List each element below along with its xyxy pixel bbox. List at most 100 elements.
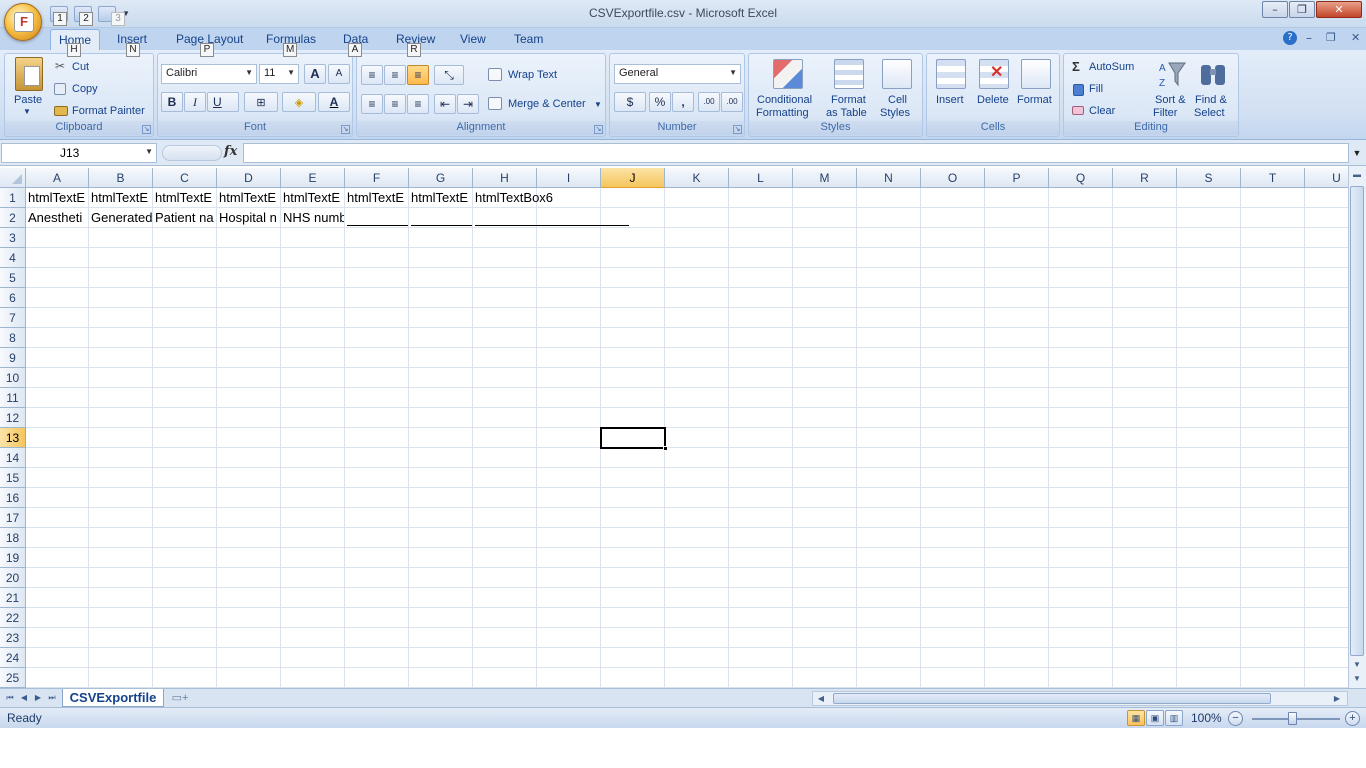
cell-a1[interactable]: htmlTextE (26, 188, 89, 208)
cell-r20[interactable] (1113, 568, 1177, 588)
cell-t15[interactable] (1241, 468, 1305, 488)
cell-s13[interactable] (1177, 428, 1241, 448)
zoom-in-button[interactable]: + (1345, 711, 1360, 726)
cell-f8[interactable] (345, 328, 409, 348)
cell-p3[interactable] (985, 228, 1049, 248)
cell-e5[interactable] (281, 268, 345, 288)
cell-s11[interactable] (1177, 388, 1241, 408)
cell-j10[interactable] (601, 368, 665, 388)
cell-c2[interactable]: Patient na (153, 208, 217, 228)
cell-i18[interactable] (537, 528, 601, 548)
cell-l25[interactable] (729, 668, 793, 688)
cell-a15[interactable] (26, 468, 89, 488)
cell-e13[interactable] (281, 428, 345, 448)
cell-d23[interactable] (217, 628, 281, 648)
cell-i17[interactable] (537, 508, 601, 528)
cell-m25[interactable] (793, 668, 857, 688)
row-header-14[interactable]: 14 (0, 448, 26, 468)
cell-i21[interactable] (537, 588, 601, 608)
chevron-down-icon[interactable]: ▼ (145, 147, 153, 156)
cell-o12[interactable] (921, 408, 985, 428)
cell-l1[interactable] (729, 188, 793, 208)
cell-n7[interactable] (857, 308, 921, 328)
column-header-t[interactable]: T (1241, 168, 1305, 188)
decrease-indent-icon[interactable]: ⇤ (434, 94, 456, 114)
first-sheet-icon[interactable]: ⏮ (4, 691, 16, 705)
ribbon-restore-button[interactable]: ❐ (1326, 31, 1336, 44)
cell-h17[interactable] (473, 508, 537, 528)
cell-i10[interactable] (537, 368, 601, 388)
cell-k24[interactable] (665, 648, 729, 668)
cell-a11[interactable] (26, 388, 89, 408)
cell-m2[interactable] (793, 208, 857, 228)
row-header-23[interactable]: 23 (0, 628, 26, 648)
cell-k12[interactable] (665, 408, 729, 428)
paste-icon[interactable] (15, 57, 43, 91)
cell-u13[interactable] (1305, 428, 1348, 448)
cell-b25[interactable] (89, 668, 153, 688)
cell-k8[interactable] (665, 328, 729, 348)
cell-s15[interactable] (1177, 468, 1241, 488)
cell-e7[interactable] (281, 308, 345, 328)
column-header-l[interactable]: L (729, 168, 793, 188)
cell-c3[interactable] (153, 228, 217, 248)
cell-h13[interactable] (473, 428, 537, 448)
format-as-table-label-1[interactable]: Format (831, 94, 866, 106)
cell-o20[interactable] (921, 568, 985, 588)
cell-h8[interactable] (473, 328, 537, 348)
cell-f21[interactable] (345, 588, 409, 608)
cell-m8[interactable] (793, 328, 857, 348)
cell-h5[interactable] (473, 268, 537, 288)
cell-g19[interactable] (409, 548, 473, 568)
cell-q4[interactable] (1049, 248, 1113, 268)
cell-h16[interactable] (473, 488, 537, 508)
cell-b16[interactable] (89, 488, 153, 508)
cell-a13[interactable] (26, 428, 89, 448)
clear-button[interactable]: Clear (1089, 105, 1115, 117)
row-header-24[interactable]: 24 (0, 648, 26, 668)
cell-d25[interactable] (217, 668, 281, 688)
cell-i25[interactable] (537, 668, 601, 688)
cell-f17[interactable] (345, 508, 409, 528)
cell-j6[interactable] (601, 288, 665, 308)
cell-r23[interactable] (1113, 628, 1177, 648)
cell-b13[interactable] (89, 428, 153, 448)
cell-k16[interactable] (665, 488, 729, 508)
wrap-text-button[interactable]: Wrap Text (508, 69, 557, 81)
cell-i22[interactable] (537, 608, 601, 628)
row-header-4[interactable]: 4 (0, 248, 26, 268)
cell-p17[interactable] (985, 508, 1049, 528)
cell-t9[interactable] (1241, 348, 1305, 368)
cell-k13[interactable] (665, 428, 729, 448)
cell-a6[interactable] (26, 288, 89, 308)
column-header-d[interactable]: D (217, 168, 281, 188)
cell-t14[interactable] (1241, 448, 1305, 468)
cell-s8[interactable] (1177, 328, 1241, 348)
cell-f18[interactable] (345, 528, 409, 548)
cell-u14[interactable] (1305, 448, 1348, 468)
cell-p19[interactable] (985, 548, 1049, 568)
cell-a8[interactable] (26, 328, 89, 348)
row-header-6[interactable]: 6 (0, 288, 26, 308)
cell-q5[interactable] (1049, 268, 1113, 288)
cell-l8[interactable] (729, 328, 793, 348)
cell-d22[interactable] (217, 608, 281, 628)
cell-e22[interactable] (281, 608, 345, 628)
cell-t12[interactable] (1241, 408, 1305, 428)
cell-n16[interactable] (857, 488, 921, 508)
sort-filter-label-1[interactable]: Sort & (1155, 94, 1186, 106)
merge-dropdown-icon[interactable]: ▼ (594, 100, 602, 109)
scroll-right-arrow-icon[interactable]: ▶ (1331, 692, 1343, 705)
row-header-17[interactable]: 17 (0, 508, 26, 528)
cell-e21[interactable] (281, 588, 345, 608)
cell-j17[interactable] (601, 508, 665, 528)
cell-c9[interactable] (153, 348, 217, 368)
cell-d8[interactable] (217, 328, 281, 348)
cell-t5[interactable] (1241, 268, 1305, 288)
cell-k20[interactable] (665, 568, 729, 588)
cell-f10[interactable] (345, 368, 409, 388)
delete-cells-button[interactable]: Delete (977, 94, 1009, 106)
cell-b21[interactable] (89, 588, 153, 608)
cell-s22[interactable] (1177, 608, 1241, 628)
cell-u1[interactable] (1305, 188, 1348, 208)
